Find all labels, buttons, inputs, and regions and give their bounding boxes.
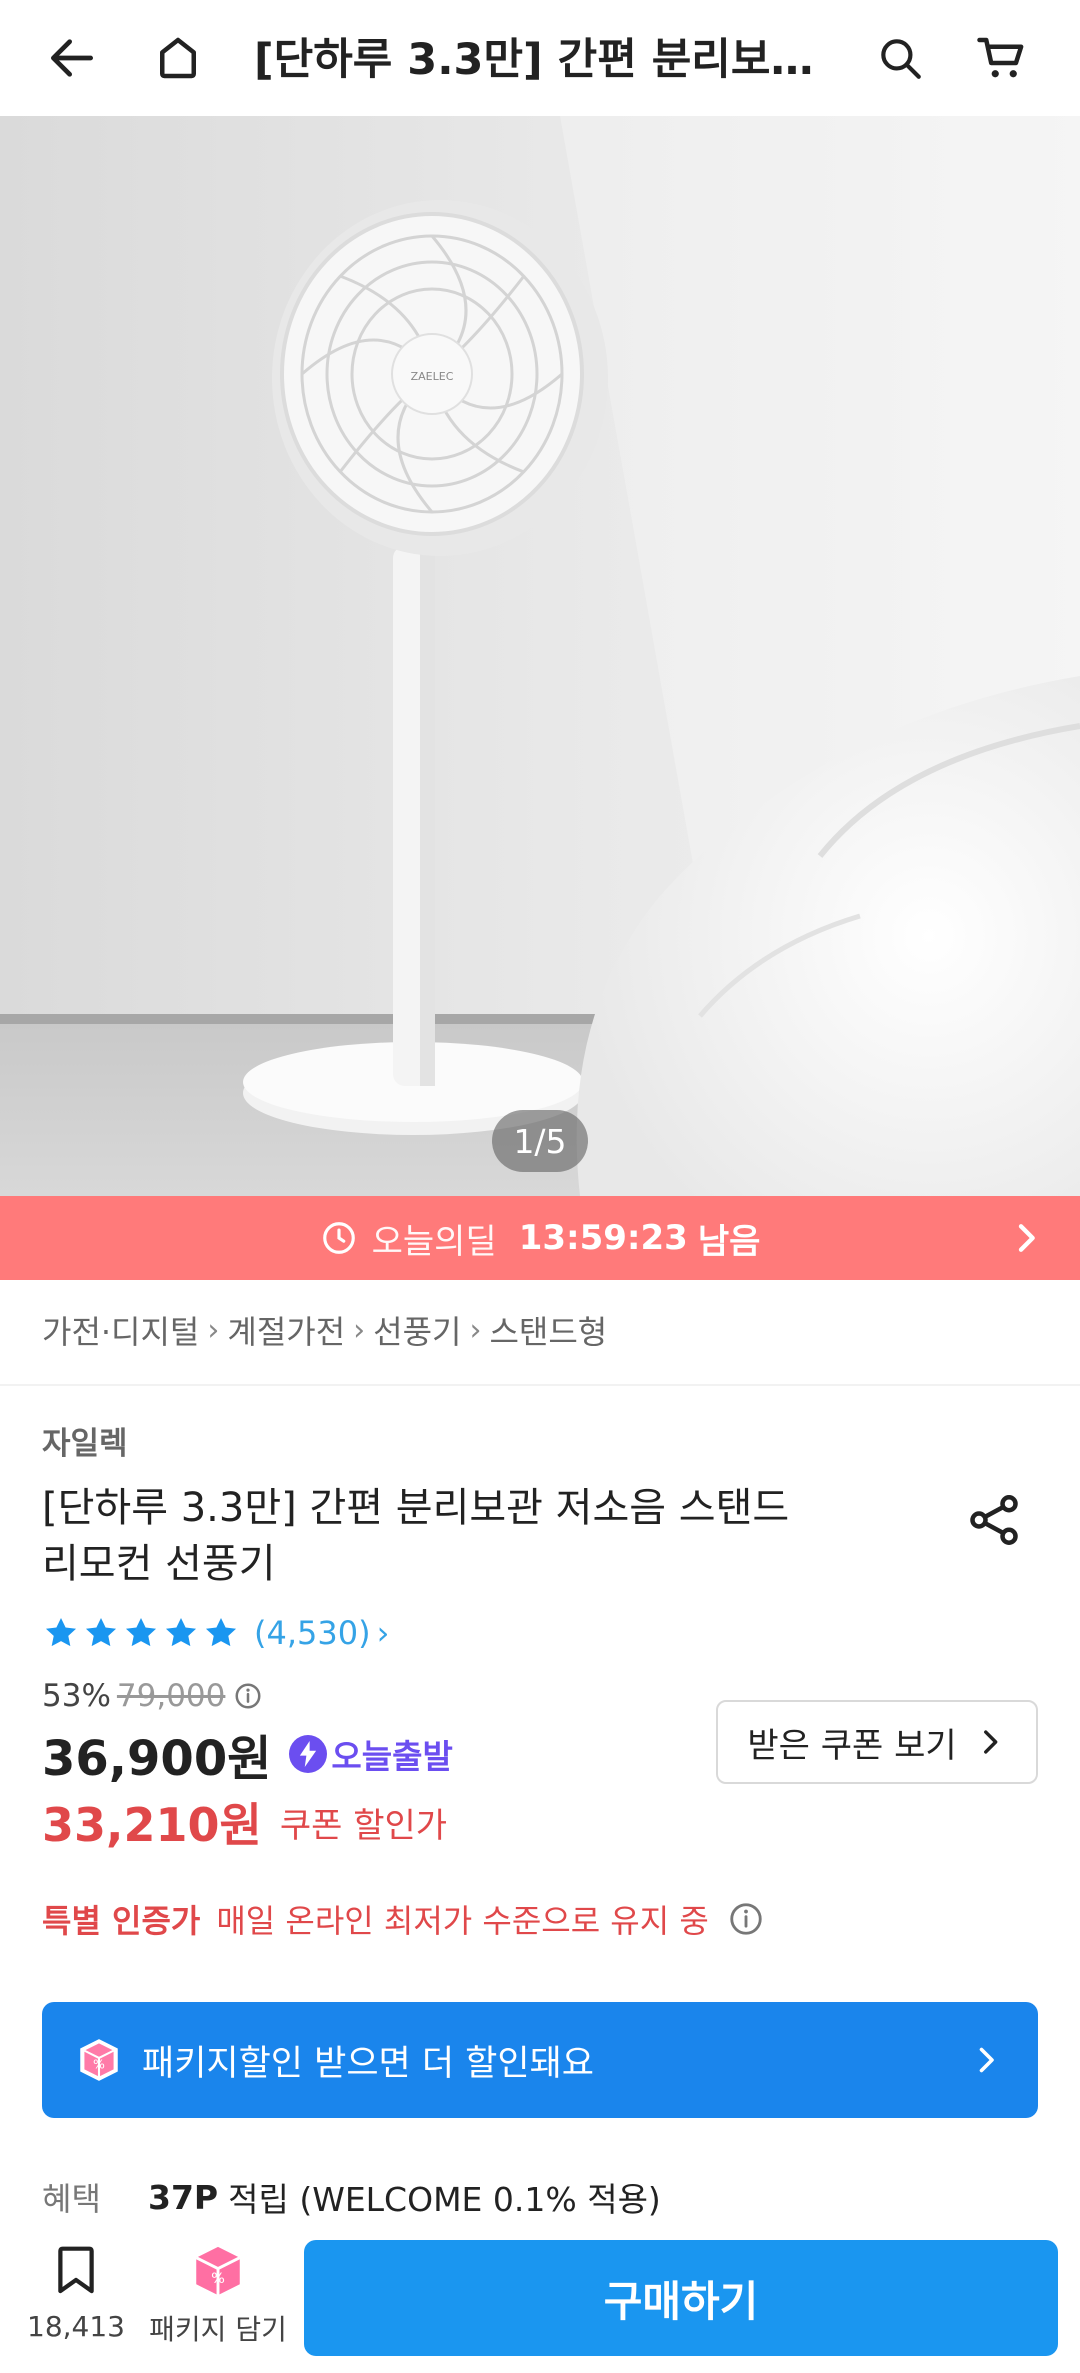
chevron-right-icon <box>983 1730 998 1754</box>
discount-rate: 53% <box>42 1678 111 1714</box>
view-coupons-button[interactable]: 받은 쿠폰 보기 <box>716 1700 1038 1784</box>
info-icon[interactable] <box>233 1681 263 1711</box>
search-icon[interactable] <box>870 28 930 88</box>
breadcrumb-item-digital[interactable]: 가전·디지털 <box>42 1307 199 1353</box>
image-pager: 1/5 <box>492 1110 588 1172</box>
top-app-bar: [단하루 3.3만] 간편 분리보관 저소음 스탠드 리모컨 선풍기 <box>0 0 1080 116</box>
add-to-package-label: 패키지 담기 <box>149 2313 287 2346</box>
product-name-line-1: [단하루 3.3만] 간편 분리보관 저소음 스탠드 <box>42 1485 790 1531</box>
add-to-package-button[interactable]: % 패키지 담기 <box>148 2242 288 2362</box>
clock-icon <box>322 1222 355 1254</box>
coupon-price-row: 33,210원 쿠폰 할인가 <box>42 1790 447 1854</box>
star-icon <box>165 1617 197 1647</box>
buy-button[interactable]: 구매하기 <box>304 2240 1058 2356</box>
product-name-line-2: 리모컨 선풍기 <box>42 1541 276 1587</box>
package-banner-text: 패키지할인 받으면 더 할인돼요 <box>142 2043 594 2084</box>
benefit-points: 37P <box>148 2177 219 2217</box>
lightning-icon <box>289 1735 328 1773</box>
sale-price: 36,900원 <box>42 1731 272 1787</box>
star-icon <box>45 1617 77 1647</box>
star-icon <box>125 1617 157 1647</box>
review-count: (4,530) <box>254 1614 371 1652</box>
chevron-right-icon <box>979 2047 994 2073</box>
delivery-badge-label: 오늘출발 <box>331 1737 453 1776</box>
coupon-price: 33,210원 <box>42 1798 262 1852</box>
special-price-label: 특별 인증가 <box>42 1902 201 1940</box>
deal-remaining: 남음 <box>697 1221 761 1262</box>
original-price: 79,000 <box>116 1678 226 1714</box>
bottom-action-bar: 18,413 % 패키지 담기 구매하기 <box>0 2228 1080 2373</box>
bookmark-count: 18,413 <box>27 2310 125 2343</box>
discount-row: 53% 79,000 <box>42 1676 263 1716</box>
section-divider <box>0 1384 1080 1386</box>
benefit-row: 혜택 37P 적립 (WELCOME 0.1% 적용) <box>42 2172 661 2222</box>
deal-countdown: 13:59:23 <box>518 1218 688 1258</box>
chevron-right-icon: › <box>207 1312 220 1348</box>
breadcrumb-item-stand[interactable]: 스탠드형 <box>489 1307 607 1353</box>
page-title: [단하루 3.3만] 간편 분리보관 저소음 스탠드 리모컨 선풍기 <box>254 35 824 85</box>
chevron-right-icon: › <box>353 1312 366 1348</box>
svg-text:%: % <box>93 2056 105 2071</box>
svg-text:%: % <box>211 2271 225 2287</box>
info-icon[interactable] <box>727 1900 765 1938</box>
product-photo: ZAELEC <box>0 116 1080 1196</box>
benefit-text: 적립 (WELCOME 0.1% 적용) <box>228 2180 661 2219</box>
star-icon <box>85 1617 117 1647</box>
cart-icon[interactable] <box>972 28 1032 88</box>
rating-row[interactable]: (4,530) › <box>42 1608 389 1658</box>
chevron-right-icon: › <box>469 1312 482 1348</box>
bookmark-icon <box>58 2246 94 2294</box>
package-discount-banner[interactable]: % 패키지할인 받으면 더 할인돼요 <box>42 2002 1038 2118</box>
benefit-label: 혜택 <box>42 2180 101 2218</box>
brand-name[interactable]: 자일렉 <box>42 1418 128 1463</box>
price-row: 36,900원 오늘출발 <box>42 1722 453 1787</box>
share-icon[interactable] <box>964 1490 1024 1550</box>
coupon-price-label: 쿠폰 할인가 <box>279 1805 448 1846</box>
home-icon[interactable] <box>148 28 208 88</box>
special-price-text: 매일 온라인 최저가 수준으로 유지 중 <box>216 1902 709 1940</box>
breadcrumb-item-seasonal[interactable]: 계절가전 <box>227 1307 345 1353</box>
deal-label: 오늘의딜 <box>371 1221 497 1262</box>
special-price-row: 특별 인증가 매일 온라인 최저가 수준으로 유지 중 <box>42 1894 765 1944</box>
breadcrumb: 가전·디지털 › 계절가전 › 선풍기 › 스탠드형 <box>42 1300 607 1360</box>
breadcrumb-item-fan[interactable]: 선풍기 <box>373 1307 461 1353</box>
chevron-right-icon <box>1018 1224 1035 1252</box>
bookmark-button[interactable]: 18,413 <box>24 2242 128 2362</box>
todays-deal-banner[interactable]: 오늘의딜 13:59:23 남음 <box>0 1196 1080 1280</box>
chevron-right-icon: › <box>376 1614 390 1652</box>
package-box-icon: % <box>195 2246 241 2296</box>
product-image-gallery[interactable]: ZAELEC 1/5 <box>0 116 1080 1196</box>
view-coupons-label: 받은 쿠폰 보기 <box>747 1725 957 1766</box>
delivery-badge: 오늘출발 <box>289 1730 453 1778</box>
package-box-icon: % <box>80 2039 118 2081</box>
fan-logo-text: ZAELEC <box>411 370 454 383</box>
back-arrow-icon[interactable] <box>42 28 102 88</box>
product-name: [단하루 3.3만] 간편 분리보관 저소음 스탠드 리모컨 선풍기 <box>42 1480 882 1592</box>
star-icon <box>205 1617 237 1647</box>
